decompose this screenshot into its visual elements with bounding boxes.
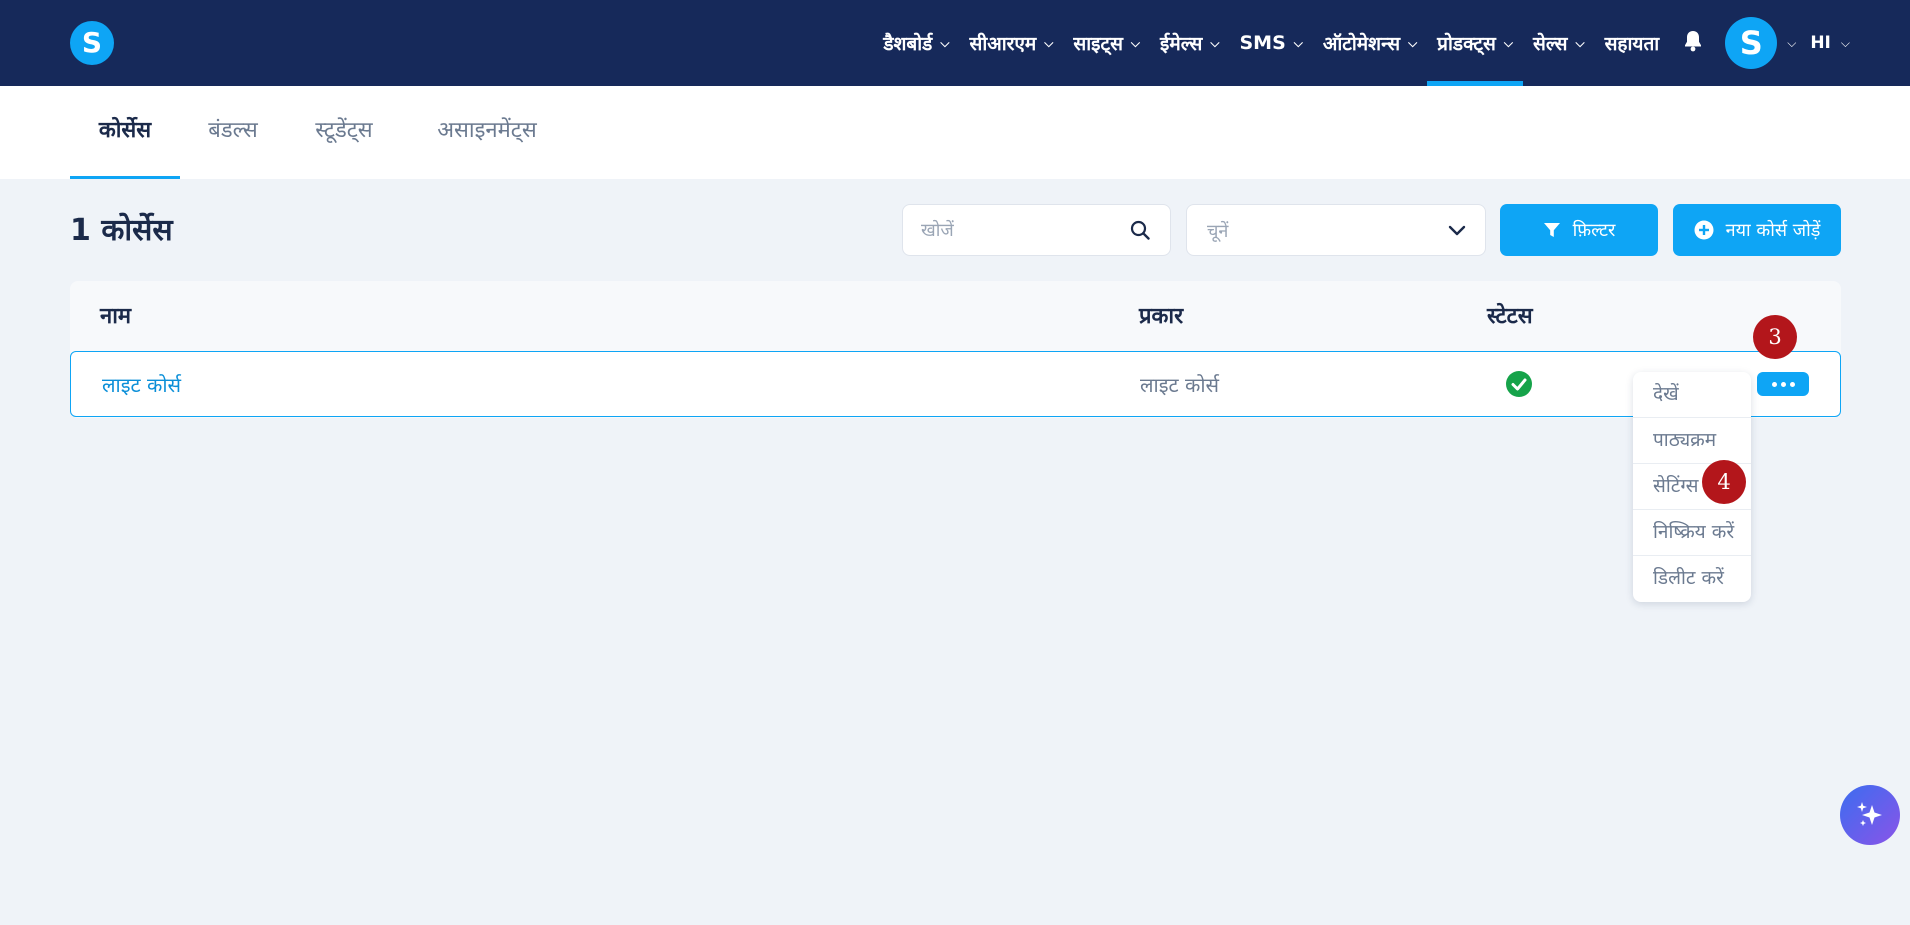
ai-assistant-button[interactable]	[1840, 785, 1900, 845]
filter-icon	[1543, 223, 1560, 237]
menu-item-curriculum[interactable]: पाठ्यक्रम	[1633, 418, 1751, 464]
chevron-down-icon: ⌵	[1575, 35, 1585, 50]
nav-item-dashboard[interactable]: डैशबोर्ड ⌵	[873, 0, 959, 86]
main-nav: डैशबोर्ड ⌵ सीआरएम ⌵ साइट्स ⌵ ईमेल्स ⌵ SMS ⌵ ऑ…	[873, 0, 1910, 86]
bell-icon[interactable]	[1669, 30, 1717, 57]
plus-circle-icon	[1694, 220, 1714, 240]
more-actions-button[interactable]	[1757, 372, 1809, 396]
search-input[interactable]	[921, 205, 1121, 255]
nav-label: प्रोडक्ट्स	[1437, 33, 1496, 55]
nav-label: सेल्स	[1532, 33, 1568, 55]
dot	[1790, 382, 1795, 387]
nav-label: साइट्स	[1073, 33, 1123, 55]
search-field	[902, 204, 1171, 256]
nav-label: सहायता	[1604, 33, 1660, 55]
column-header-status[interactable]: स्टेटस	[1487, 300, 1533, 330]
tab-courses[interactable]: कोर्सेस	[70, 86, 180, 179]
chevron-down-icon: ⌵	[1210, 35, 1220, 50]
column-header-type[interactable]: प्रकार	[1139, 300, 1183, 330]
chevron-down-icon[interactable]: ⌵	[1841, 36, 1850, 51]
step-badge: 3	[1753, 315, 1797, 359]
nav-item-sites[interactable]: साइट्स ⌵	[1063, 0, 1150, 86]
chevron-down-icon: ⌵	[1044, 35, 1054, 50]
avatar[interactable]: S	[1725, 17, 1778, 69]
sparkle-icon	[1857, 802, 1882, 826]
nav-label: सीआरएम	[969, 33, 1037, 55]
menu-item-view[interactable]: देखें	[1633, 372, 1751, 418]
chevron-down-icon[interactable]: ⌵	[1787, 36, 1796, 51]
dot	[1781, 382, 1786, 387]
menu-item-deactivate[interactable]: निष्क्रिय करें	[1633, 510, 1751, 556]
nav-item-sales[interactable]: सेल्स ⌵	[1523, 0, 1595, 86]
tab-bundles[interactable]: बंडल्स	[198, 86, 268, 179]
nav-label: SMS	[1239, 32, 1286, 54]
menu-item-delete[interactable]: डिलीट करें	[1633, 556, 1751, 602]
course-type: लाइट कोर्स	[1140, 373, 1220, 397]
tab-students[interactable]: स्टूडेंट्स	[308, 86, 380, 179]
step-badge: 4	[1702, 460, 1746, 504]
filter-button[interactable]: फ़िल्टर	[1500, 204, 1658, 256]
sub-tabs: कोर्सेस बंडल्स स्टूडेंट्स असाइनमेंट्स	[0, 86, 1910, 179]
chevron-down-icon: ⌵	[1503, 35, 1513, 50]
nav-item-emails[interactable]: ईमेल्स ⌵	[1150, 0, 1229, 86]
check-circle-icon	[1506, 371, 1532, 397]
add-course-button[interactable]: नया कोर्स जोड़ें	[1673, 204, 1841, 256]
column-header-name[interactable]: नाम	[100, 300, 131, 330]
chevron-down-icon: ⌵	[940, 35, 950, 50]
table-row[interactable]: लाइट कोर्स लाइट कोर्स	[70, 351, 1841, 417]
nav-label: ऑटोमेशन्स	[1322, 33, 1401, 55]
nav-item-help[interactable]: सहायता	[1595, 0, 1670, 86]
chevron-down-icon: ⌵	[1408, 35, 1418, 50]
select-placeholder: चूनें	[1207, 221, 1229, 242]
filter-label: फ़िल्टर	[1572, 220, 1616, 241]
top-navbar: S डैशबोर्ड ⌵ सीआरएम ⌵ साइट्स ⌵ ईमेल्स ⌵ SMS ⌵…	[0, 0, 1910, 86]
page-title: 1 कोर्सेस	[70, 213, 173, 248]
dot	[1772, 382, 1777, 387]
nav-label: ईमेल्स	[1160, 33, 1203, 55]
nav-label: डैशबोर्ड	[883, 33, 933, 55]
app-logo[interactable]: S	[70, 21, 114, 65]
status-select[interactable]: चूनें	[1186, 204, 1486, 256]
course-name-link[interactable]: लाइट कोर्स	[102, 371, 181, 398]
tab-assignments[interactable]: असाइनमेंट्स	[428, 86, 546, 179]
nav-item-products[interactable]: प्रोडक्ट्स ⌵	[1427, 0, 1523, 86]
chevron-down-icon	[1448, 225, 1466, 236]
chevron-down-icon: ⌵	[1130, 35, 1141, 50]
search-icon[interactable]	[1130, 220, 1150, 240]
nav-item-crm[interactable]: सीआरएम ⌵	[959, 0, 1063, 86]
add-course-label: नया कोर्स जोड़ें	[1725, 220, 1821, 241]
nav-item-sms[interactable]: SMS ⌵	[1229, 0, 1312, 86]
nav-item-automations[interactable]: ऑटोमेशन्स ⌵	[1313, 0, 1427, 86]
chevron-down-icon: ⌵	[1293, 35, 1303, 50]
language-switcher[interactable]: HI	[1810, 33, 1831, 53]
